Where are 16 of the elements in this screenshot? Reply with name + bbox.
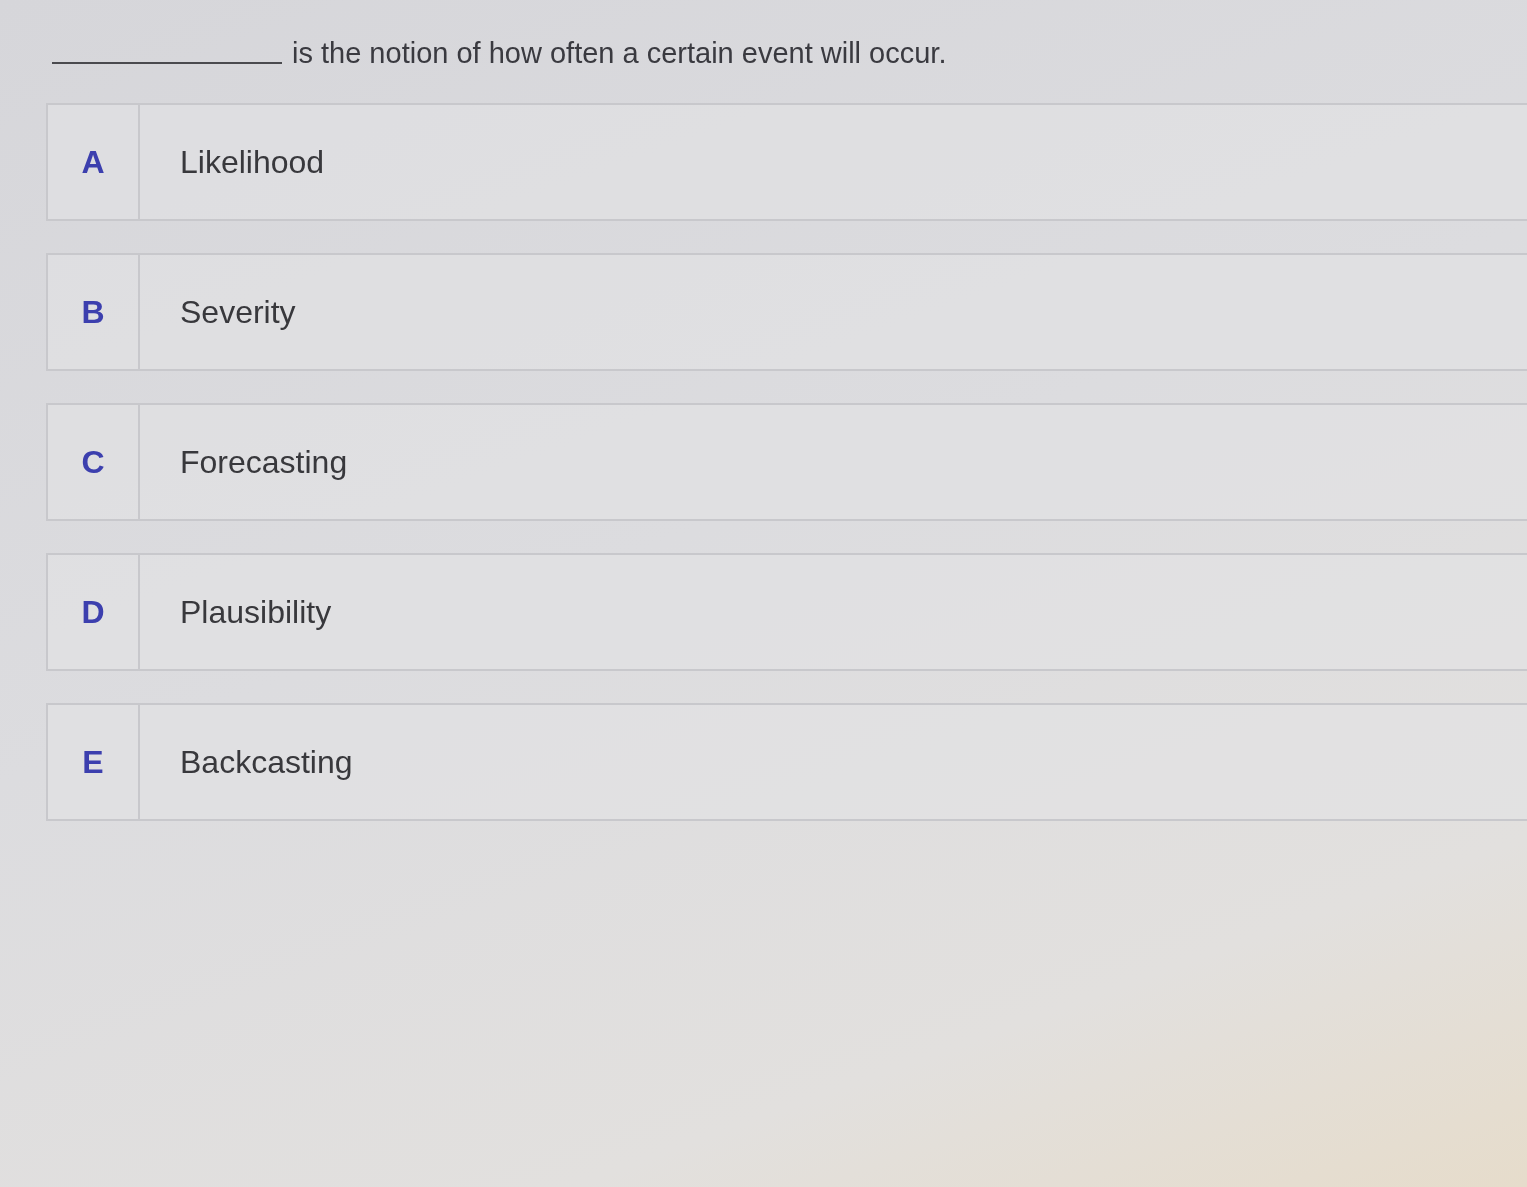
- option-label[interactable]: Severity: [140, 255, 296, 369]
- answer-option[interactable]: C Forecasting: [46, 403, 1527, 521]
- answer-option[interactable]: B Severity: [46, 253, 1527, 371]
- answer-option[interactable]: E Backcasting: [46, 703, 1527, 821]
- option-letter[interactable]: E: [48, 705, 140, 819]
- option-label[interactable]: Likelihood: [140, 105, 325, 219]
- answer-option[interactable]: A Likelihood: [46, 103, 1527, 221]
- option-letter[interactable]: B: [48, 255, 140, 369]
- option-label[interactable]: Forecasting: [140, 405, 348, 519]
- option-label[interactable]: Plausibility: [140, 555, 332, 669]
- question-text: is the notion of how often a certain event will occur.: [292, 36, 947, 70]
- answer-option[interactable]: D Plausibility: [46, 553, 1527, 671]
- option-letter[interactable]: C: [48, 405, 140, 519]
- option-label[interactable]: Backcasting: [140, 705, 353, 819]
- option-letter[interactable]: A: [48, 105, 140, 219]
- option-letter[interactable]: D: [48, 555, 140, 669]
